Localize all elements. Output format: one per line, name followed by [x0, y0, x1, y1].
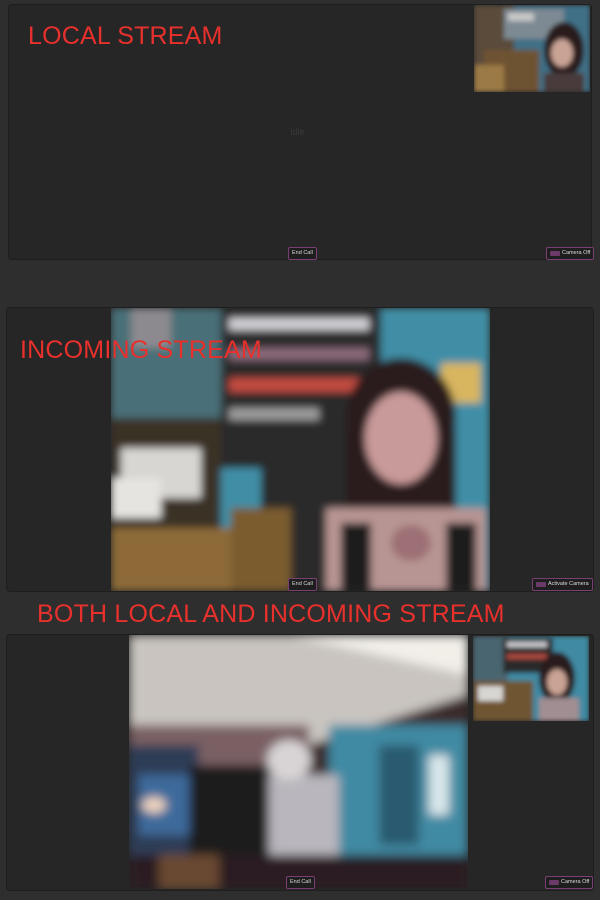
incoming-activate-camera-button[interactable]: Activate Camera	[532, 578, 593, 591]
both-local-video-thumbnail	[473, 636, 589, 721]
camera-icon	[536, 582, 546, 587]
page: LOCAL STREAM Idle End Call Camera Off IN…	[0, 0, 600, 900]
local-camera-off-button[interactable]: Camera Off	[546, 247, 595, 260]
both-end-call-button[interactable]: End Call	[286, 876, 315, 889]
both-incoming-video	[129, 635, 468, 889]
both-camera-off-label: Camera Off	[561, 879, 590, 885]
camera-icon	[550, 251, 560, 256]
both-streams-caption: BOTH LOCAL AND INCOMING STREAM	[37, 600, 505, 628]
both-end-call-label: End Call	[290, 879, 311, 885]
camera-icon	[549, 880, 559, 885]
local-video-thumbnail	[474, 5, 590, 92]
local-stream-caption: LOCAL STREAM	[28, 22, 223, 50]
incoming-activate-camera-label: Activate Camera	[548, 581, 589, 587]
incoming-end-call-label: End Call	[292, 581, 313, 587]
both-camera-off-button[interactable]: Camera Off	[545, 876, 594, 889]
local-status-text: Idle	[290, 127, 305, 137]
incoming-end-call-button[interactable]: End Call	[288, 578, 317, 591]
local-end-call-label: End Call	[292, 250, 313, 256]
local-end-call-button[interactable]: End Call	[288, 247, 317, 260]
incoming-stream-caption: INCOMING STREAM	[20, 336, 262, 364]
local-camera-off-label: Camera Off	[562, 250, 591, 256]
